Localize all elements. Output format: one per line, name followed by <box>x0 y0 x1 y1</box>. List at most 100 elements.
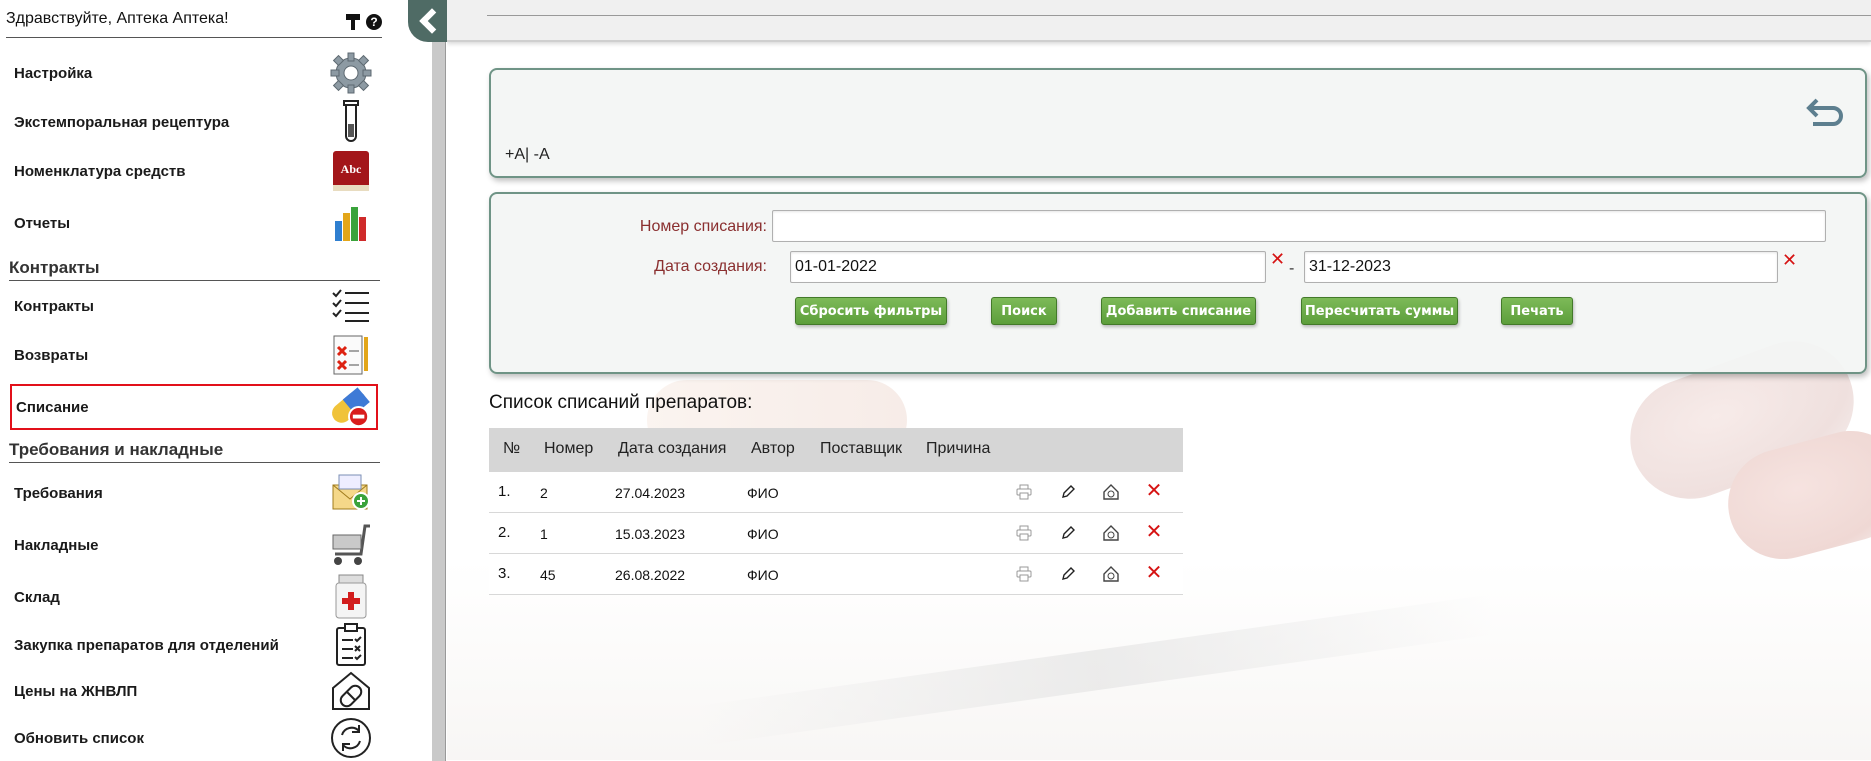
greeting-text: Здравствуйте, Аптека Аптека! <box>6 10 229 27</box>
gear-icon <box>328 50 374 96</box>
row-index: 3. <box>498 565 511 582</box>
top-bar <box>447 0 1871 42</box>
delete-icon[interactable]: ✕ <box>1144 562 1164 584</box>
table-row[interactable]: 1. 2 27.04.2023 ФИО ✕ <box>489 472 1183 513</box>
pencil-icon[interactable] <box>1058 523 1078 543</box>
clipboard-icon <box>328 622 374 668</box>
date-from-input[interactable] <box>790 251 1266 283</box>
printer-icon[interactable] <box>1014 564 1034 584</box>
sidebar-item-returns[interactable]: Возвраты <box>10 332 378 378</box>
brush-icon[interactable] <box>346 14 360 30</box>
collapse-sidebar-button[interactable] <box>408 0 448 42</box>
stamp-icon[interactable] <box>1101 564 1121 584</box>
write-off-table: № Номер Дата создания Автор Поставщик Пр… <box>489 428 1183 595</box>
sidebar-item-label: Закупка препаратов для отделений <box>14 636 279 654</box>
sidebar-item-label: Отчеты <box>14 214 71 232</box>
sidebar-item-warehouse[interactable]: Склад <box>10 574 378 620</box>
clear-date-to-icon[interactable]: ✕ <box>1782 251 1797 269</box>
pill-remove-icon <box>326 384 372 430</box>
sidebar-item-contracts[interactable]: Контракты <box>10 283 378 329</box>
sidebar-item-label: Цены на ЖНВЛП <box>14 682 138 700</box>
column-header: Дата создания <box>618 440 727 457</box>
row-number: 2 <box>540 485 548 501</box>
filter-panel: Номер списания: Дата создания: ✕ - ✕ Сбр… <box>489 192 1867 374</box>
greeting-bar: Здравствуйте, Аптека Аптека! ? <box>6 10 382 38</box>
column-header: № <box>503 440 521 457</box>
sidebar-item-label: Экстемпоральная рецептура <box>14 113 230 131</box>
book-icon: Abc <box>328 148 374 194</box>
row-author: ФИО <box>747 567 779 583</box>
stamp-icon[interactable] <box>1101 482 1121 502</box>
row-author: ФИО <box>747 485 779 501</box>
sidebar-item-label: Обновить список <box>14 729 144 747</box>
date-to-input[interactable] <box>1304 251 1778 283</box>
house-pill-icon <box>328 668 374 714</box>
stamp-icon[interactable] <box>1101 523 1121 543</box>
row-number: 45 <box>540 567 556 583</box>
row-number: 1 <box>540 526 548 542</box>
sidebar-item-refresh[interactable]: Обновить список <box>10 715 378 761</box>
checklist-icon <box>328 283 374 329</box>
sidebar-item-reports[interactable]: Отчеты <box>10 200 378 246</box>
table-row[interactable]: 2. 1 15.03.2023 ФИО ✕ <box>489 513 1183 554</box>
sidebar-item-label: Контракты <box>14 297 94 315</box>
toolbar-panel: +A| -A <box>489 68 1867 178</box>
recalculate-button[interactable]: Пересчитать суммы <box>1301 297 1458 325</box>
main-content: +A| -A Номер списания: Дата создания: ✕ … <box>447 0 1871 761</box>
search-button[interactable]: Поиск <box>991 297 1057 325</box>
sidebar-item-extemporal[interactable]: Экстемпоральная рецептура <box>10 99 378 145</box>
reset-filters-button[interactable]: Сбросить фильтры <box>795 297 947 325</box>
sidebar-item-requirements[interactable]: Требования <box>10 470 378 516</box>
date-separator: - <box>1289 260 1295 277</box>
pencil-icon[interactable] <box>1058 482 1078 502</box>
printer-icon[interactable] <box>1014 482 1034 502</box>
sidebar-item-label: Списание <box>16 398 89 416</box>
pencil-icon[interactable] <box>1058 564 1078 584</box>
row-index: 2. <box>498 524 511 541</box>
sidebar-item-settings[interactable]: Настройка <box>10 50 378 96</box>
sidebar-item-label: Накладные <box>14 536 99 554</box>
sidebar-item-write-off[interactable]: Списание <box>10 384 378 430</box>
row-index: 1. <box>498 483 511 500</box>
sidebar-item-label: Склад <box>14 588 60 606</box>
number-label: Номер списания: <box>639 218 767 235</box>
help-tools: ? <box>346 14 382 30</box>
font-size-toggle[interactable]: +A| -A <box>505 146 550 164</box>
question-icon[interactable]: ? <box>366 14 382 30</box>
envelope-icon <box>328 470 374 516</box>
number-input[interactable] <box>772 210 1826 242</box>
medicine-jar-icon <box>328 574 374 620</box>
list-title: Список списаний препаратов: <box>489 392 753 413</box>
sidebar-item-label: Настройка <box>14 64 93 82</box>
sidebar: Здравствуйте, Аптека Аптека! ? Настройка <box>0 0 432 761</box>
clear-date-from-icon[interactable]: ✕ <box>1270 250 1285 268</box>
sidebar-item-procurement[interactable]: Закупка препаратов для отделений <box>10 622 378 668</box>
back-arrow-icon[interactable] <box>1805 96 1845 130</box>
column-header: Номер <box>544 440 594 457</box>
row-author: ФИО <box>747 526 779 542</box>
add-write-off-button[interactable]: Добавить списание <box>1101 297 1256 325</box>
refresh-icon <box>328 715 374 761</box>
chevron-left-icon <box>419 8 445 34</box>
column-header: Причина <box>926 440 991 457</box>
row-date: 26.08.2022 <box>615 567 686 583</box>
cart-icon <box>328 522 374 568</box>
print-button[interactable]: Печать <box>1501 297 1573 325</box>
date-label: Дата создания: <box>654 258 767 275</box>
column-header: Поставщик <box>820 440 903 457</box>
sidebar-scrollbar[interactable] <box>432 0 446 761</box>
section-contracts: Контракты <box>9 258 380 281</box>
row-date: 15.03.2023 <box>615 526 686 542</box>
sidebar-item-nomenclature[interactable]: Номенклатура средств Abc <box>10 148 378 194</box>
delete-icon[interactable]: ✕ <box>1144 521 1164 543</box>
sidebar-item-label: Возвраты <box>14 346 89 364</box>
section-requirements: Требования и накладные <box>9 440 380 463</box>
svg-text:Abc: Abc <box>341 162 362 176</box>
printer-icon[interactable] <box>1014 523 1034 543</box>
table-row[interactable]: 3. 45 26.08.2022 ФИО ✕ <box>489 554 1183 595</box>
sidebar-item-prices[interactable]: Цены на ЖНВЛП <box>10 668 378 714</box>
sidebar-item-label: Требования <box>14 484 103 502</box>
sidebar-item-invoices[interactable]: Накладные <box>10 522 378 568</box>
top-bar-divider <box>487 15 1871 16</box>
delete-icon[interactable]: ✕ <box>1144 480 1164 502</box>
